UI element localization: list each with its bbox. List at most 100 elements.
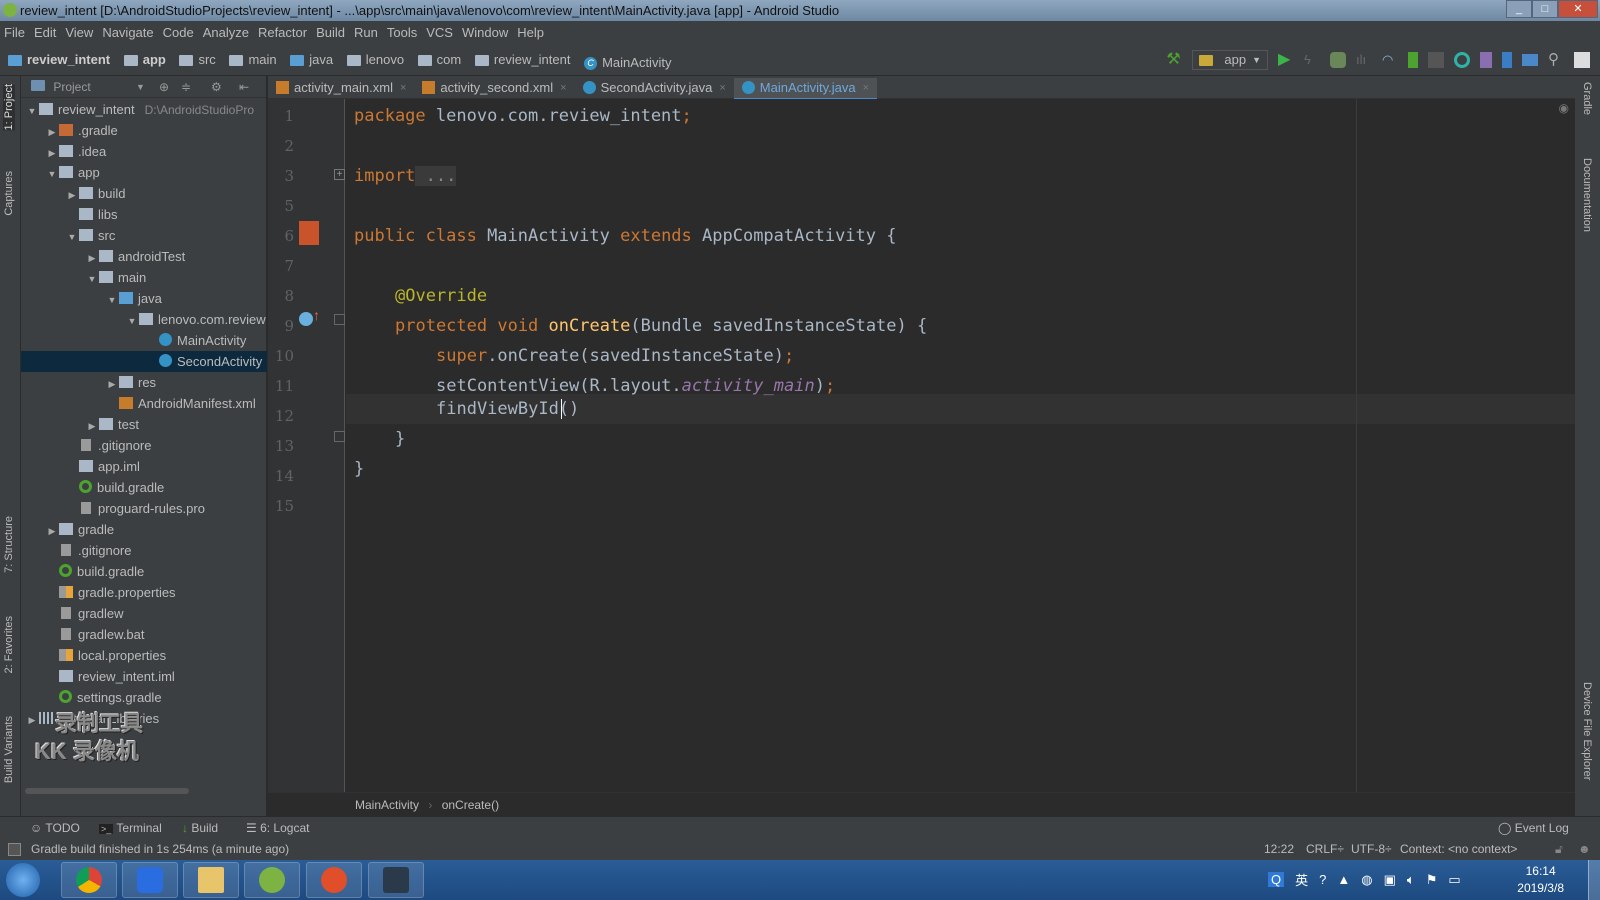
apply-changes-icon[interactable]: ϟ: [1304, 52, 1320, 68]
lock-icon[interactable]: 🔓︎: [1555, 838, 1563, 860]
tree-item[interactable]: ▼ review_intent D:\AndroidStudioPro: [21, 99, 267, 120]
menu-help[interactable]: Help: [517, 25, 544, 40]
expanded-arrow-icon[interactable]: ▼: [65, 227, 79, 246]
taskbar-android-studio[interactable]: [244, 862, 300, 898]
documentation-tool-tab[interactable]: Documentation: [1581, 158, 1593, 232]
menu-edit[interactable]: Edit: [34, 25, 56, 40]
network-icon[interactable]: ▭: [1448, 872, 1460, 888]
close-tab-icon[interactable]: ×: [560, 82, 566, 94]
collapsed-arrow-icon[interactable]: ▶: [85, 248, 99, 267]
tree-item[interactable]: build.gradle: [21, 561, 267, 582]
fold-collapse-icon[interactable]: [334, 314, 345, 325]
menu-vcs[interactable]: VCS: [426, 25, 453, 40]
ime-language[interactable]: 英: [1295, 870, 1308, 889]
close-button[interactable]: ✕: [1558, 0, 1598, 18]
tree-item[interactable]: MainActivity: [21, 330, 267, 351]
user-icon[interactable]: [1574, 52, 1590, 68]
taskbar-nox[interactable]: [368, 862, 424, 898]
avd-manager-icon[interactable]: [1480, 52, 1492, 68]
tree-item[interactable]: .gitignore: [21, 540, 267, 561]
tree-item[interactable]: settings.gradle: [21, 687, 267, 708]
project-structure-icon[interactable]: [1522, 54, 1538, 66]
tool-windows-toggle-icon[interactable]: [8, 843, 21, 856]
collapsed-arrow-icon[interactable]: ▶: [65, 185, 79, 204]
todo-tab[interactable]: ☺ TODO: [30, 817, 80, 839]
override-gutter-icon[interactable]: [299, 312, 313, 326]
flag-icon[interactable]: ⚑: [1426, 872, 1438, 888]
clock[interactable]: 16:14 2019/3/8: [1517, 863, 1564, 897]
tree-item[interactable]: ▶ res: [21, 372, 267, 393]
favorites-tool-tab[interactable]: 2: Favorites: [3, 616, 15, 673]
file-encoding[interactable]: UTF-8÷: [1351, 838, 1392, 860]
menu-build[interactable]: Build: [316, 25, 345, 40]
collapsed-arrow-icon[interactable]: ▶: [45, 143, 59, 162]
tab-activity-main-xml[interactable]: activity_main.xml ×: [268, 76, 414, 99]
logcat-tab[interactable]: ☰ 6: Logcat: [246, 817, 309, 839]
debug-icon[interactable]: [1330, 52, 1346, 68]
close-tab-icon[interactable]: ×: [400, 82, 406, 94]
crumb-src[interactable]: src: [179, 44, 216, 76]
hammer-icon[interactable]: ⚒: [1166, 52, 1182, 68]
profile-icon[interactable]: ılı: [1356, 52, 1372, 68]
hide-panel-icon[interactable]: ⇤: [239, 76, 249, 98]
crumb-app[interactable]: app: [123, 44, 166, 76]
tree-item[interactable]: libs: [21, 204, 267, 225]
tree-item[interactable]: gradle.properties: [21, 582, 267, 603]
tree-item[interactable]: ▶ gradle: [21, 519, 267, 540]
stop-icon[interactable]: [1428, 52, 1444, 68]
build-tab[interactable]: ↓ Build: [182, 817, 218, 839]
crumb-mainactivity[interactable]: C MainActivity: [584, 47, 671, 79]
start-button[interactable]: [6, 863, 40, 897]
tree-item[interactable]: proguard-rules.pro: [21, 498, 267, 519]
show-desktop-button[interactable]: [1588, 860, 1600, 900]
collapsed-arrow-icon[interactable]: ▶: [85, 416, 99, 435]
help-icon[interactable]: ?: [1319, 872, 1326, 887]
scroll-from-source-icon[interactable]: ⊕: [159, 76, 169, 98]
gear-icon[interactable]: ⚙: [211, 76, 222, 98]
tree-item[interactable]: ▼ app: [21, 162, 267, 183]
run-config-select[interactable]: app ▼: [1192, 50, 1268, 70]
tree-item[interactable]: ▼ src: [21, 225, 267, 246]
taskbar-kk-recorder[interactable]: [306, 862, 362, 898]
tree-item[interactable]: app.iml: [21, 456, 267, 477]
menu-tools[interactable]: Tools: [387, 25, 417, 40]
sdk-manager-icon[interactable]: [1502, 52, 1512, 68]
chevron-down-icon[interactable]: ▼: [136, 76, 145, 98]
tree-item[interactable]: ▼ main: [21, 267, 267, 288]
attach-debugger-icon[interactable]: ◠: [1382, 52, 1398, 68]
menu-window[interactable]: Window: [462, 25, 508, 40]
caret-position[interactable]: 12:22: [1264, 838, 1294, 860]
attach-device-icon[interactable]: [1408, 52, 1418, 68]
tree-item[interactable]: gradlew.bat: [21, 624, 267, 645]
volume-icon[interactable]: 🔈︎: [1407, 872, 1415, 888]
eye-icon[interactable]: ◉: [1559, 101, 1569, 115]
hector-icon[interactable]: ☻: [1578, 838, 1591, 860]
context-indicator[interactable]: Context: <no context>: [1400, 838, 1517, 860]
event-log-tab[interactable]: ◯ Event Log: [1498, 817, 1569, 839]
tree-item[interactable]: SecondActivity: [21, 351, 267, 372]
tree-item[interactable]: ▼ java: [21, 288, 267, 309]
build-variants-tool-tab[interactable]: Build Variants: [3, 716, 15, 783]
close-tab-icon[interactable]: ×: [863, 82, 869, 94]
menu-view[interactable]: View: [65, 25, 93, 40]
crumb-method[interactable]: onCreate(): [442, 798, 499, 812]
run-icon[interactable]: ▶: [1278, 52, 1294, 68]
tree-item[interactable]: ▶ build: [21, 183, 267, 204]
expanded-arrow-icon[interactable]: ▼: [45, 164, 59, 183]
crumb-main[interactable]: main: [229, 44, 277, 76]
structure-tool-tab[interactable]: 7: Structure: [3, 516, 15, 573]
collapsed-arrow-icon[interactable]: ▶: [45, 521, 59, 540]
menu-file[interactable]: File: [4, 25, 25, 40]
gradle-tool-tab[interactable]: Gradle: [1581, 82, 1593, 115]
tree-item[interactable]: AndroidManifest.xml: [21, 393, 267, 414]
tree-item[interactable]: review_intent.iml: [21, 666, 267, 687]
terminal-tab[interactable]: >_ Terminal: [99, 817, 162, 840]
tab-activity-second-xml[interactable]: activity_second.xml ×: [414, 76, 574, 99]
fold-end-icon[interactable]: [334, 431, 345, 442]
collapsed-arrow-icon[interactable]: ▶: [45, 122, 59, 141]
tree-item[interactable]: ▶ .gradle: [21, 120, 267, 141]
maximize-button[interactable]: □: [1532, 0, 1558, 18]
tab-secondactivity-java[interactable]: SecondActivity.java ×: [575, 76, 734, 99]
layout-file-gutter-icon[interactable]: [299, 221, 319, 245]
crumb-lenovo[interactable]: lenovo: [346, 44, 404, 76]
